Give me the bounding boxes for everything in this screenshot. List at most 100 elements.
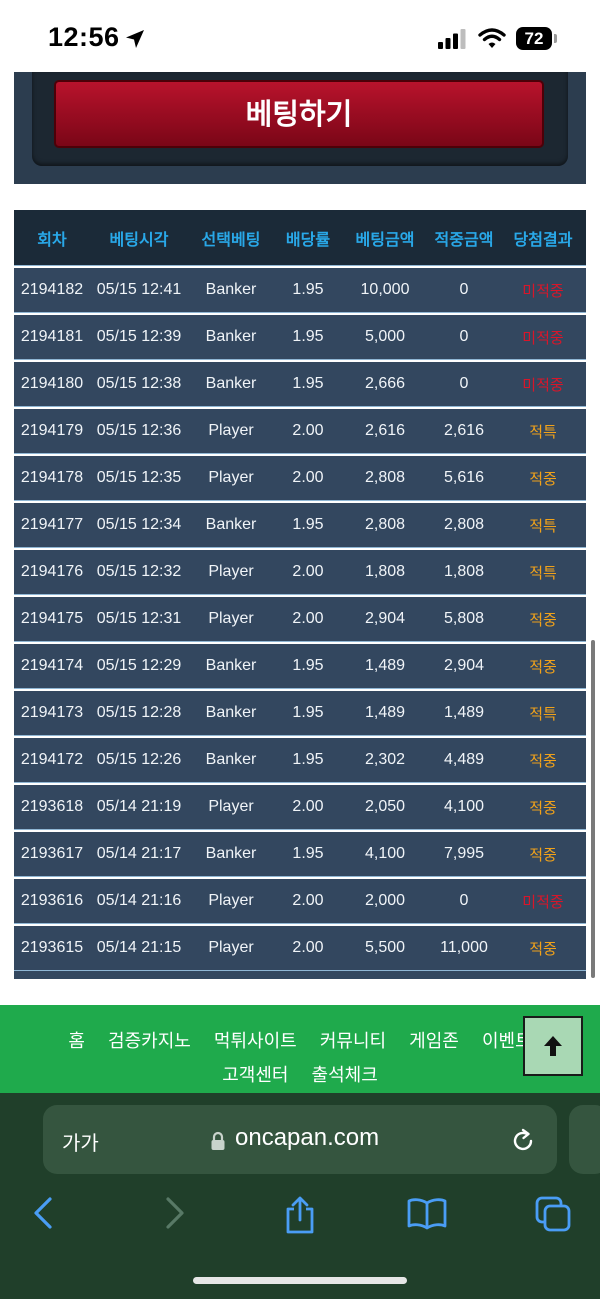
- footer-link-attendance[interactable]: 출석체크: [312, 1065, 378, 1086]
- cell-odds: 1.95: [292, 704, 324, 721]
- table-row: 2194180 05/15 12:38 Banker 1.95 2,666 0 미적중: [14, 362, 586, 407]
- cell-result: 미적중: [522, 375, 564, 394]
- footer-link-scam-sites[interactable]: 먹튀사이트: [214, 1031, 297, 1052]
- cell-odds: 2.00: [292, 422, 324, 439]
- cell-bet-amount: 2,666: [364, 375, 406, 392]
- cell-bet-amount: 2,050: [364, 798, 406, 815]
- cell-result: 적중: [529, 939, 557, 958]
- cell-pick: Banker: [205, 845, 257, 862]
- cell-bet-time: 05/15 12:41: [96, 281, 182, 298]
- cell-bet-amount: 5,000: [364, 328, 406, 345]
- cell-win-amount: 5,616: [443, 469, 485, 486]
- cell-odds: 2.00: [292, 892, 324, 909]
- cell-odds: 1.95: [292, 516, 324, 533]
- table-row: 2194178 05/15 12:35 Player 2.00 2,808 5,616 적중: [14, 456, 586, 501]
- cell-pick: Player: [208, 798, 254, 815]
- home-indicator: [193, 1277, 407, 1284]
- cell-bet-amount: 2,616: [364, 422, 406, 439]
- footer-link-verified-casino[interactable]: 검증카지노: [108, 1031, 191, 1052]
- cell-round: 2194175: [20, 610, 84, 627]
- header-bet-amount: 베팅금액: [355, 229, 415, 249]
- footer-nav-row2: 고객센터 출석체크: [0, 1059, 600, 1093]
- cell-result: 미적중: [522, 328, 564, 347]
- cell-round: 2193618: [20, 798, 84, 815]
- bet-button[interactable]: 베팅하기: [54, 80, 544, 148]
- cell-odds: 2.00: [292, 798, 324, 815]
- header-odds: 배당률: [285, 229, 331, 249]
- cell-win-amount: 4,100: [443, 798, 485, 815]
- wifi-icon: [478, 28, 506, 48]
- cell-win-amount: 2,808: [443, 516, 485, 533]
- cell-win-amount: 5,808: [443, 610, 485, 627]
- table-header: 회차 베팅시각 선택베팅 배당률 베팅금액 적중금액 당첨결과: [14, 210, 586, 266]
- table-row: 2193615 05/14 21:15 Player 2.00 5,500 11,000 적…: [14, 926, 586, 971]
- cell-pick: Player: [208, 469, 254, 486]
- cell-win-amount: 11,000: [440, 939, 488, 956]
- cell-bet-amount: 1,489: [364, 657, 406, 674]
- cell-round: 2193617: [20, 845, 84, 862]
- cell-bet-amount: 1,489: [364, 704, 406, 721]
- cell-pick: Player: [208, 563, 254, 580]
- footer-link-game-zone[interactable]: 게임존: [409, 1031, 459, 1052]
- page-scrollbar[interactable]: [591, 640, 595, 978]
- status-time: 12:56: [48, 22, 120, 52]
- cell-bet-time: 05/15 12:39: [96, 328, 182, 345]
- table-row: 2193616 05/14 21:16 Player 2.00 2,000 0 미적중: [14, 879, 586, 924]
- battery-cap: [554, 34, 557, 43]
- reload-icon[interactable]: [509, 1127, 537, 1155]
- cell-win-amount: 7,995: [443, 845, 485, 862]
- cell-bet-time: 05/15 12:32: [96, 563, 182, 580]
- cell-win-amount: 2,904: [443, 657, 485, 674]
- cell-bet-time: 05/15 12:29: [96, 657, 182, 674]
- footer-link-home[interactable]: 홈: [68, 1031, 85, 1052]
- cell-odds: 1.95: [292, 751, 324, 768]
- cell-win-amount: 0: [459, 892, 469, 909]
- cell-result: 적중: [529, 751, 557, 770]
- reader-options-button[interactable]: 가가: [62, 1127, 99, 1156]
- cell-win-amount: 1,808: [443, 563, 485, 580]
- cell-result: 적특: [529, 516, 557, 535]
- next-tab-preview[interactable]: [569, 1105, 600, 1174]
- table-row: 2194174 05/15 12:29 Banker 1.95 1,489 2,904 적중: [14, 644, 586, 689]
- cell-pick: Banker: [205, 375, 257, 392]
- share-icon[interactable]: [283, 1195, 317, 1235]
- header-result: 당첨결과: [513, 229, 573, 249]
- tabs-icon[interactable]: [534, 1195, 574, 1235]
- table-row: 2194172 05/15 12:26 Banker 1.95 2,302 4,489 적중: [14, 738, 586, 783]
- cell-bet-time: 05/15 12:28: [96, 704, 182, 721]
- cell-round: 2194173: [20, 704, 84, 721]
- cell-bet-amount: 2,808: [364, 469, 406, 486]
- cell-odds: 1.95: [292, 845, 324, 862]
- header-round: 회차: [37, 229, 67, 249]
- cell-result: 미적중: [522, 281, 564, 300]
- scroll-top-button[interactable]: [523, 1016, 583, 1076]
- bookmarks-icon[interactable]: [406, 1195, 448, 1231]
- cell-pick: Player: [208, 422, 254, 439]
- table-row: 2193617 05/14 21:17 Banker 1.95 4,100 7,995 적중: [14, 832, 586, 877]
- cell-win-amount: 0: [459, 328, 469, 345]
- signal-icon: [438, 29, 466, 49]
- arrow-up-icon: [544, 1036, 562, 1056]
- cell-bet-time: 05/15 12:35: [96, 469, 182, 486]
- cell-round: 2194178: [20, 469, 84, 486]
- cell-round: 2194174: [20, 657, 84, 674]
- footer-link-community[interactable]: 커뮤니티: [320, 1031, 386, 1052]
- cell-odds: 1.95: [292, 657, 324, 674]
- cell-result: 적특: [529, 563, 557, 582]
- cell-round: 2194182: [20, 281, 84, 298]
- footer-link-support[interactable]: 고객센터: [222, 1065, 288, 1086]
- back-icon[interactable]: [30, 1195, 58, 1231]
- cell-win-amount: 4,489: [443, 751, 485, 768]
- url-text[interactable]: oncapan.com: [235, 1124, 379, 1152]
- cell-odds: 2.00: [292, 469, 324, 486]
- cell-result: 적특: [529, 704, 557, 723]
- cell-pick: Banker: [205, 751, 257, 768]
- table-row: 2194181 05/15 12:39 Banker 1.95 5,000 0 미적중: [14, 315, 586, 360]
- cell-odds: 1.95: [292, 281, 324, 298]
- forward-icon[interactable]: [160, 1195, 188, 1231]
- cell-bet-amount: 2,904: [364, 610, 406, 627]
- footer: 홈 검증카지노 먹튀사이트 커뮤니티 게임존 이벤트 고객센터 출석체크: [0, 1005, 600, 1093]
- header-pick: 선택베팅: [201, 229, 261, 249]
- cell-bet-time: 05/15 12:34: [96, 516, 182, 533]
- cell-round: 2194180: [20, 375, 84, 392]
